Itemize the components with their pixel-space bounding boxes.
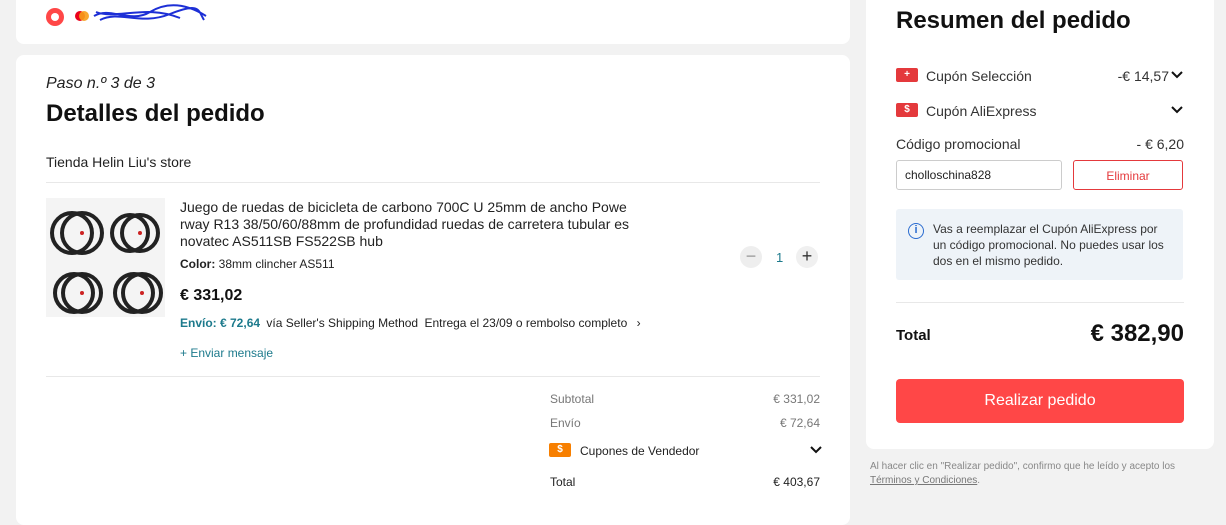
store-name[interactable]: Tienda Helin Liu's store	[46, 154, 191, 170]
divider	[46, 182, 820, 183]
coupon-selection-label[interactable]: Cupón Selección	[926, 68, 1032, 84]
seller-coupons-label[interactable]: Cupones de Vendedor	[580, 444, 699, 458]
shipping-label: Envío	[550, 416, 581, 430]
decrease-quantity-button[interactable]: −	[740, 246, 762, 268]
subtotal-label: Subtotal	[550, 392, 595, 406]
radio-selected-icon[interactable]	[46, 8, 64, 26]
remove-promo-button[interactable]: Eliminar	[1073, 160, 1183, 190]
send-message-link[interactable]: + Enviar mensaje	[180, 346, 273, 360]
order-summary-card: Resumen del pedido + Cupón Selección -€ …	[866, 0, 1214, 449]
info-icon: i	[908, 223, 924, 239]
coupon-selection-value: -€ 14,57	[1117, 68, 1169, 84]
order-details-card: Paso n.º 3 de 3 Detalles del pedido Tien…	[16, 55, 850, 525]
chevron-right-icon[interactable]: ›	[637, 316, 641, 330]
order-total-label: Total	[550, 475, 576, 489]
terms-link[interactable]: Términos y Condiciones	[870, 475, 977, 486]
delivery-estimate: Entrega el 23/09 o rembolso completo	[424, 316, 628, 330]
product-price: € 331,02	[180, 287, 243, 304]
product-name[interactable]: Juego de ruedas de bicicleta de carbono …	[180, 199, 645, 250]
terms-text: Al hacer clic en "Realizar pedido", conf…	[870, 461, 1176, 472]
step-indicator: Paso n.º 3 de 3	[46, 75, 156, 92]
quantity-value[interactable]: 1	[776, 250, 783, 265]
info-box: i Vas a reemplazar el Cupón AliExpress p…	[896, 209, 1183, 280]
place-order-button[interactable]: Realizar pedido	[896, 379, 1184, 423]
chevron-down-icon[interactable]	[1171, 105, 1183, 115]
shipping-cost: Envío: € 72,64	[180, 316, 261, 330]
product-color: Color: 38mm clincher AS511	[180, 257, 335, 271]
order-total-value: € 403,67	[773, 475, 820, 489]
product-image[interactable]	[46, 198, 165, 317]
info-text: Vas a reemplazar el Cupón AliExpress por…	[933, 222, 1164, 268]
coupon-selection-icon: +	[896, 68, 918, 82]
color-value: 38mm clincher AS511	[218, 257, 335, 271]
promo-code-label: Código promocional	[896, 136, 1021, 152]
summary-total-value: € 382,90	[1090, 320, 1184, 347]
coupon-aliexpress-label[interactable]: Cupón AliExpress	[926, 103, 1037, 119]
color-label: Color:	[180, 257, 216, 271]
shipping-method: vía Seller's Shipping Method	[266, 316, 419, 330]
summary-total-label: Total	[896, 327, 931, 344]
chevron-down-icon[interactable]	[1171, 70, 1183, 80]
shipping-value: € 72,64	[779, 416, 820, 430]
summary-title: Resumen del pedido	[896, 7, 1131, 34]
page-title: Detalles del pedido	[46, 100, 265, 127]
terms-note: Al hacer clic en "Realizar pedido", conf…	[870, 460, 1210, 488]
divider	[46, 376, 820, 377]
seller-coupon-icon: $	[549, 443, 571, 457]
wheels-image	[50, 211, 163, 314]
terms-suffix: .	[977, 475, 981, 486]
promo-code-value: - € 6,20	[1136, 136, 1184, 152]
chevron-down-icon[interactable]	[810, 445, 822, 455]
coupon-aliexpress-icon: $	[896, 103, 918, 117]
shipping-info[interactable]: Envío: € 72,64 vía Seller's Shipping Met…	[180, 316, 641, 330]
divider	[896, 302, 1184, 303]
increase-quantity-button[interactable]: +	[796, 246, 818, 268]
redacted-scribble	[93, 4, 207, 21]
mastercard-icon	[75, 11, 89, 21]
subtotal-value: € 331,02	[773, 392, 820, 406]
promo-code-input[interactable]	[896, 160, 1062, 190]
payment-method-card	[16, 0, 850, 44]
